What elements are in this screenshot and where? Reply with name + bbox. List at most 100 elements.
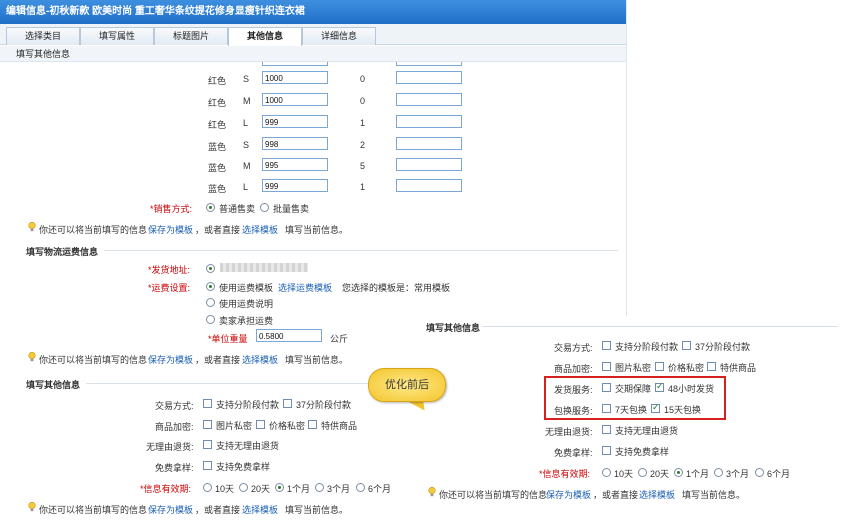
- 7day-exchange-label: 7天包换: [615, 405, 648, 415]
- sku-stock-input[interactable]: 999: [262, 179, 328, 192]
- save-as-template-link[interactable]: 保存为模板: [546, 488, 591, 501]
- validity-3m-radio[interactable]: [315, 483, 324, 492]
- tip-suffix: 填写当前信息。: [285, 505, 349, 515]
- 15day-exchange-label: 15天包换: [664, 405, 702, 415]
- validity-10d-radio[interactable]: [203, 483, 212, 492]
- validity-10d-label: 10天: [215, 484, 235, 494]
- validity-6m-label: 6个月: [368, 484, 392, 494]
- save-as-template-link[interactable]: 保存为模板: [148, 223, 193, 236]
- unit-weight-unit: 公斤: [330, 334, 349, 344]
- choose-freight-template-link[interactable]: 选择运费模板: [278, 281, 332, 294]
- seller-pays-label: 卖家承担运费: [219, 316, 274, 326]
- lightbulb-icon: [28, 222, 36, 232]
- no-reason-return-checkbox[interactable]: [203, 440, 212, 449]
- tip-prefix: 你还可以将当前填写的信息: [439, 490, 548, 500]
- logistics-heading: 填写物流运费信息: [26, 247, 99, 257]
- sku-color: 红色: [208, 98, 227, 108]
- sku-extra-input[interactable]: [396, 137, 462, 150]
- validity-10d-radio[interactable]: [602, 468, 611, 477]
- save-as-template-link[interactable]: 保存为模板: [148, 503, 193, 516]
- sales-normal-radio[interactable]: [206, 203, 215, 212]
- sku-extra-input[interactable]: [396, 115, 462, 128]
- ship-address-radio[interactable]: [206, 264, 215, 273]
- address-redacted: [220, 263, 308, 272]
- sku-stock-input[interactable]: 998: [262, 137, 328, 150]
- sku-extra-input-partial[interactable]: [396, 62, 462, 66]
- sku-size: L: [243, 118, 249, 128]
- validity-1m-label: 1个月: [686, 469, 710, 479]
- choose-template-link[interactable]: 选择模板: [242, 353, 278, 366]
- sku-stock-input[interactable]: 999: [262, 115, 328, 128]
- sales-batch-radio[interactable]: [260, 203, 269, 212]
- free-sample-checkbox[interactable]: [203, 461, 212, 470]
- tip-mid: ，或者直接: [195, 225, 241, 235]
- price-private-checkbox[interactable]: [256, 420, 265, 429]
- choose-template-link[interactable]: 选择模板: [242, 223, 278, 236]
- validity-3m-label: 3个月: [327, 484, 351, 494]
- sku-color: 红色: [208, 76, 227, 86]
- sku-count: 5: [360, 161, 366, 171]
- 7day-exchange-checkbox[interactable]: [602, 404, 611, 413]
- image-private-checkbox[interactable]: [203, 420, 212, 429]
- 37-payment-checkbox[interactable]: [283, 399, 292, 408]
- delivery-guarantee-label: 交期保障: [615, 384, 652, 394]
- use-freight-desc-radio[interactable]: [206, 298, 215, 307]
- save-as-template-link[interactable]: 保存为模板: [148, 353, 193, 366]
- before-after-callout: 优化前后: [368, 368, 446, 402]
- sku-extra-input[interactable]: [396, 158, 462, 171]
- tab-other-info[interactable]: 其他信息: [228, 27, 302, 46]
- sku-stock-input[interactable]: 1000: [262, 71, 328, 84]
- staged-payment-checkbox[interactable]: [203, 399, 212, 408]
- tab-select-category[interactable]: 选择类目: [6, 27, 80, 45]
- validity-6m-radio[interactable]: [755, 468, 764, 477]
- choose-template-link[interactable]: 选择模板: [639, 488, 675, 501]
- sku-extra-input[interactable]: [396, 71, 462, 84]
- 48h-shipping-label: 48小时发货: [668, 384, 715, 394]
- 48h-shipping-checkbox[interactable]: [655, 381, 664, 392]
- unit-weight-input[interactable]: 0.5800: [256, 329, 322, 342]
- no-reason-return-checkbox[interactable]: [602, 425, 611, 434]
- tip-suffix: 填写当前信息。: [682, 490, 746, 500]
- goods-encrypt-label: 商品加密:: [554, 364, 593, 374]
- free-sample-option: 支持免费拿样: [216, 462, 271, 472]
- price-private-label: 价格私密: [668, 363, 705, 373]
- sku-size: L: [243, 182, 249, 192]
- no-reason-return-label: 无理由退货:: [146, 442, 194, 452]
- validity-6m-label: 6个月: [767, 469, 791, 479]
- seller-pays-radio[interactable]: [206, 315, 215, 324]
- window-title: 编辑信息-初秋新款 欧美时尚 重工奢华条纹提花修身显瘦针织连衣裙: [0, 0, 626, 24]
- special-goods-checkbox[interactable]: [707, 362, 716, 371]
- price-private-checkbox[interactable]: [655, 362, 664, 371]
- staged-payment-checkbox[interactable]: [602, 341, 611, 350]
- validity-20d-radio[interactable]: [239, 483, 248, 492]
- sku-stock-input[interactable]: 1000: [262, 93, 328, 106]
- sku-stock-input-partial[interactable]: [262, 62, 328, 66]
- validity-1m-radio[interactable]: [674, 468, 683, 477]
- sku-color: 蓝色: [208, 184, 227, 194]
- special-goods-checkbox[interactable]: [308, 420, 317, 429]
- sku-extra-input[interactable]: [396, 179, 462, 192]
- validity-3m-radio[interactable]: [714, 468, 723, 477]
- 37-payment-checkbox[interactable]: [682, 341, 691, 350]
- tip-suffix: 填写当前信息。: [285, 355, 349, 365]
- tab-detail-info[interactable]: 详细信息: [302, 27, 376, 45]
- use-freight-template-radio[interactable]: [206, 282, 215, 291]
- sku-extra-input[interactable]: [396, 93, 462, 106]
- delivery-guarantee-checkbox[interactable]: [602, 383, 611, 392]
- staged-payment-label: 支持分阶段付款: [216, 400, 280, 410]
- validity-1m-radio[interactable]: [275, 483, 284, 492]
- choose-template-link[interactable]: 选择模板: [242, 503, 278, 516]
- section-divider: [86, 383, 370, 384]
- info-validity-label: *信息有效期:: [140, 484, 192, 494]
- 15day-exchange-checkbox[interactable]: [651, 402, 660, 413]
- image-private-checkbox[interactable]: [602, 362, 611, 371]
- validity-6m-radio[interactable]: [356, 483, 365, 492]
- sku-stock-input[interactable]: 995: [262, 158, 328, 171]
- other-info-heading: 填写其他信息: [426, 323, 481, 333]
- tab-title-images[interactable]: 标题图片: [154, 27, 228, 45]
- tab-fill-attributes[interactable]: 填写属性: [80, 27, 154, 45]
- free-sample-checkbox[interactable]: [602, 446, 611, 455]
- validity-20d-radio[interactable]: [638, 468, 647, 477]
- sku-size: S: [243, 140, 250, 150]
- 37-payment-label: 37分阶段付款: [695, 342, 751, 352]
